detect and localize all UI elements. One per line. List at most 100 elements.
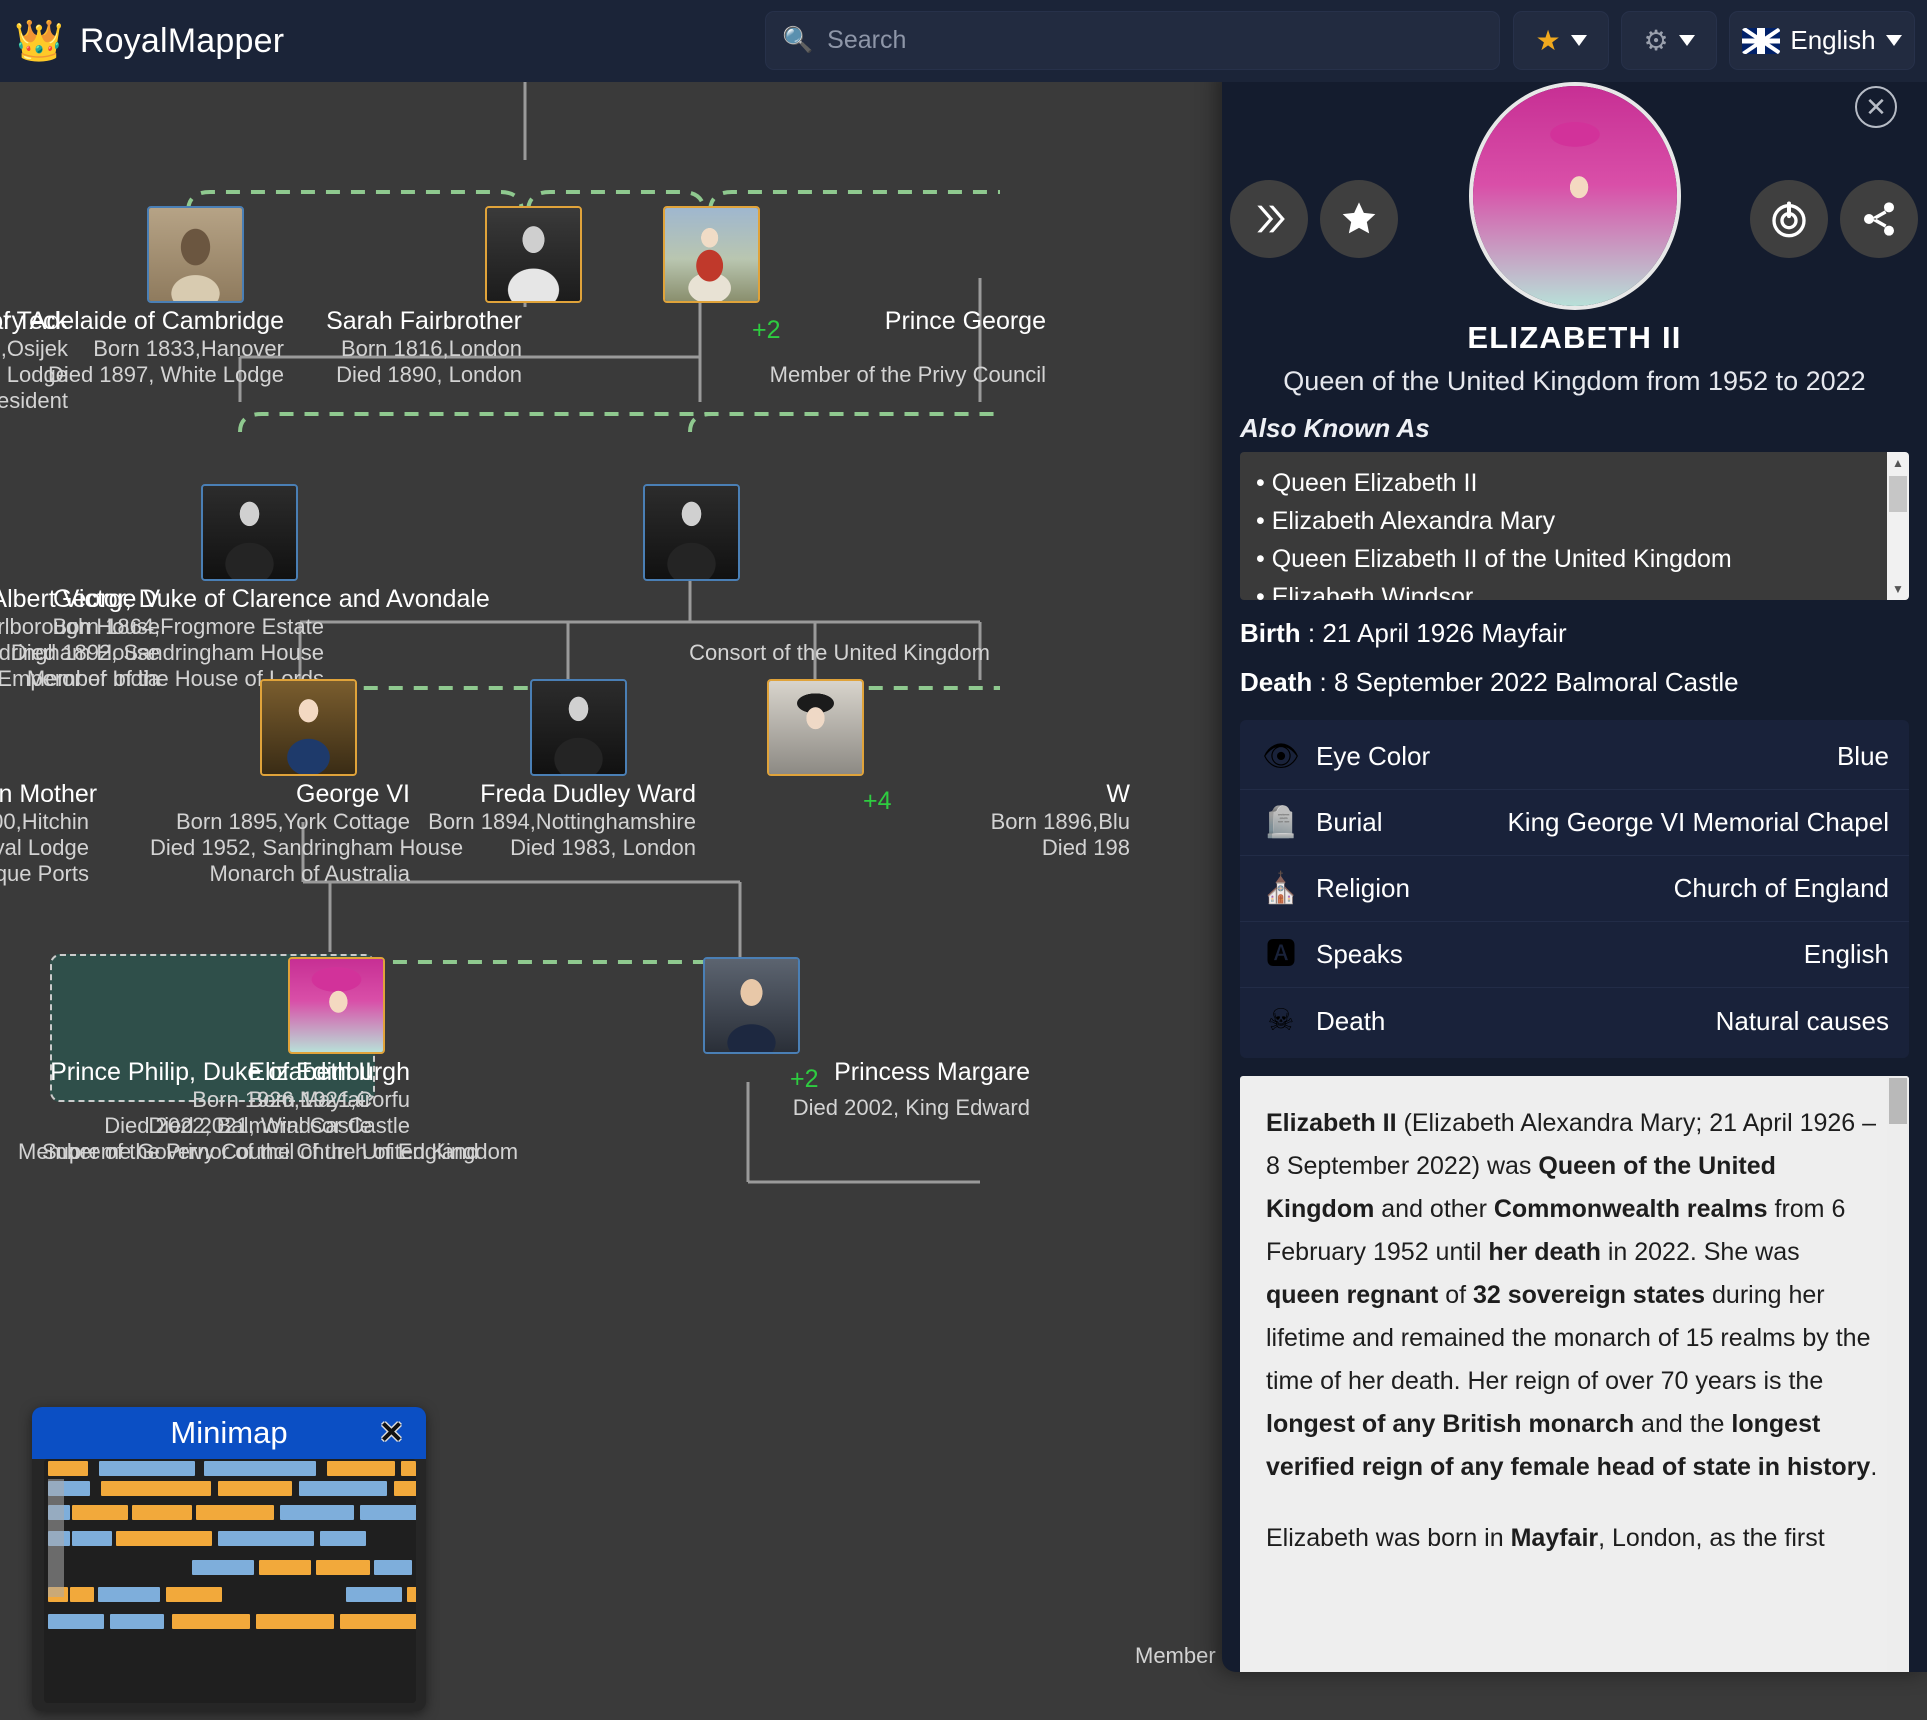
minimap-content[interactable] <box>44 1459 416 1703</box>
star-icon <box>1339 199 1379 239</box>
detail-panel: ✕ <box>1222 62 1927 1672</box>
list-item: Queen Elizabeth II of the United Kingdom <box>1256 540 1893 578</box>
node-detail: Member of the Privy Council of the Unite… <box>18 1139 410 1165</box>
node-text: W Born 1896,Blu Died 198 <box>880 779 1130 861</box>
minimap-node-marker <box>218 1531 314 1546</box>
language-label: English <box>1790 25 1875 56</box>
table-row: ⛪ Religion Church of England <box>1240 856 1909 922</box>
chevron-down-icon <box>1571 35 1587 46</box>
node-text: Prince Albert Victor, Duke of Clarence a… <box>0 584 324 692</box>
favorites-button[interactable]: ★ <box>1513 11 1609 70</box>
node-portrait <box>767 679 864 776</box>
minimap-viewport[interactable] <box>48 1479 64 1597</box>
minimap-node-marker <box>394 1481 416 1496</box>
node-detail: Member of the Privy Council <box>626 362 1046 388</box>
minimap-node-marker <box>192 1560 254 1575</box>
node-detail: Born 1900,Hitchin <box>0 809 89 835</box>
minimap-node-marker <box>48 1614 104 1629</box>
crown-icon: 👑 <box>14 21 64 61</box>
minimap-title: Minimap <box>170 1415 287 1451</box>
node-name: Freda Dudley Ward <box>406 779 696 809</box>
top-header-bar: 👑 RoyalMapper 🔍 ★ ⚙ English <box>0 0 1927 82</box>
focus-button[interactable] <box>1750 180 1828 258</box>
minimap-node-marker <box>320 1531 366 1546</box>
minimap-node-marker <box>132 1505 192 1520</box>
favorite-button[interactable] <box>1320 180 1398 258</box>
brand: 👑 RoyalMapper <box>0 21 760 61</box>
node-text: Sarah Fairbrother Born 1816,London Died … <box>222 306 522 388</box>
minimap-node-marker <box>346 1587 402 1602</box>
scroll-down-icon[interactable]: ▼ <box>1887 578 1909 600</box>
minimap-node-marker <box>48 1461 88 1476</box>
list-item: Elizabeth Alexandra Mary <box>1256 502 1893 540</box>
minimap-body[interactable] <box>32 1459 426 1711</box>
table-row: 👁 Eye Color Blue <box>1240 724 1909 790</box>
node-detail: Died 2002, Royal Lodge <box>0 835 89 861</box>
node-detail: Born 1895,York Cottage <box>150 809 410 835</box>
node-text: Consort of the United Kingdom <box>570 584 990 666</box>
aka-scrollbar[interactable]: ▲ ▼ <box>1887 452 1909 600</box>
scroll-up-icon[interactable]: ▲ <box>1887 452 1909 474</box>
app-title: RoyalMapper <box>80 22 284 61</box>
minimap-panel[interactable]: Minimap ✕ <box>32 1407 426 1711</box>
search-box[interactable]: 🔍 <box>765 11 1500 70</box>
node-detail: Consort of the United Kingdom <box>570 640 990 666</box>
scrollbar-thumb[interactable] <box>1889 476 1907 512</box>
minimap-node-marker <box>72 1531 112 1546</box>
translate-icon: 🅰 <box>1260 940 1302 970</box>
node-detail: Died 2021, Windsor Castle <box>18 1113 410 1139</box>
minimap-node-marker <box>99 1461 195 1476</box>
node-detail: Born 1921,Corfu <box>18 1087 410 1113</box>
close-icon[interactable]: ✕ <box>379 1416 404 1451</box>
double-chevron-right-icon <box>1249 199 1289 239</box>
node-detail: Died 198 <box>880 835 1130 861</box>
uk-flag-icon <box>1742 28 1780 54</box>
node-detail: Monarch of Australia <box>150 861 410 887</box>
attribute-value: Blue <box>1837 741 1889 772</box>
biography-box[interactable]: Elizabeth II (Elizabeth Alexandra Mary; … <box>1240 1076 1909 1672</box>
death-label: Death <box>1240 667 1312 697</box>
birth-value: 21 April 1926 Mayfair <box>1322 618 1566 648</box>
search-input[interactable] <box>827 26 1483 55</box>
biography-paragraph: Elizabeth was born in Mayfair, London, a… <box>1266 1517 1879 1560</box>
minimap-node-marker <box>407 1587 416 1602</box>
chevron-down-icon <box>1886 35 1902 46</box>
node-name: W <box>880 779 1130 809</box>
node-portrait <box>530 679 627 776</box>
gear-icon: ⚙ <box>1643 27 1668 55</box>
node-name: Prince Albert Victor, Duke of Clarence a… <box>0 584 324 614</box>
node-name: Prince George <box>626 306 1046 336</box>
scrollbar-thumb[interactable] <box>1889 1078 1907 1124</box>
settings-button[interactable]: ⚙ <box>1621 11 1717 70</box>
node-portrait <box>288 957 385 1054</box>
share-button[interactable] <box>1840 180 1918 258</box>
minimap-node-marker <box>256 1614 334 1629</box>
star-icon: ★ <box>1535 27 1560 55</box>
biography-scrollbar[interactable] <box>1887 1076 1909 1672</box>
share-icon <box>1859 199 1899 239</box>
minimap-node-marker <box>259 1560 311 1575</box>
attribute-value: Natural causes <box>1716 1006 1889 1037</box>
minimap-node-marker <box>340 1614 416 1629</box>
biography-paragraph: Elizabeth II (Elizabeth Alexandra Mary; … <box>1266 1102 1879 1489</box>
death-row: Death : 8 September 2022 Balmoral Castle <box>1240 667 1927 698</box>
minimap-node-marker <box>166 1587 222 1602</box>
language-selector[interactable]: English <box>1729 11 1915 70</box>
node-detail: Died 1892, Sandringham House <box>0 640 324 666</box>
target-power-icon <box>1769 199 1809 239</box>
table-row: ☠ Death Natural causes <box>1240 988 1909 1054</box>
minimap-node-marker <box>116 1531 212 1546</box>
birth-label: Birth <box>1240 618 1301 648</box>
node-text: Prince Philip, Duke of Edinburgh Born 19… <box>18 1057 410 1165</box>
minimap-node-marker <box>70 1587 94 1602</box>
node-portrait <box>201 484 298 581</box>
list-item: Queen Elizabeth II <box>1256 464 1893 502</box>
node-detail: Born 1864,Frogmore Estate <box>0 614 324 640</box>
minimap-node-marker <box>299 1481 387 1496</box>
aka-list-box[interactable]: Queen Elizabeth II Elizabeth Alexandra M… <box>1240 452 1909 600</box>
biography-content: Elizabeth II (Elizabeth Alexandra Mary; … <box>1240 1076 1909 1598</box>
node-text: Princess Margare Died 2002, King Edward <box>730 1057 1030 1121</box>
page-title: ELIZABETH II <box>1222 320 1927 356</box>
attribute-label: Eye Color <box>1316 741 1430 772</box>
expand-button[interactable] <box>1230 180 1308 258</box>
